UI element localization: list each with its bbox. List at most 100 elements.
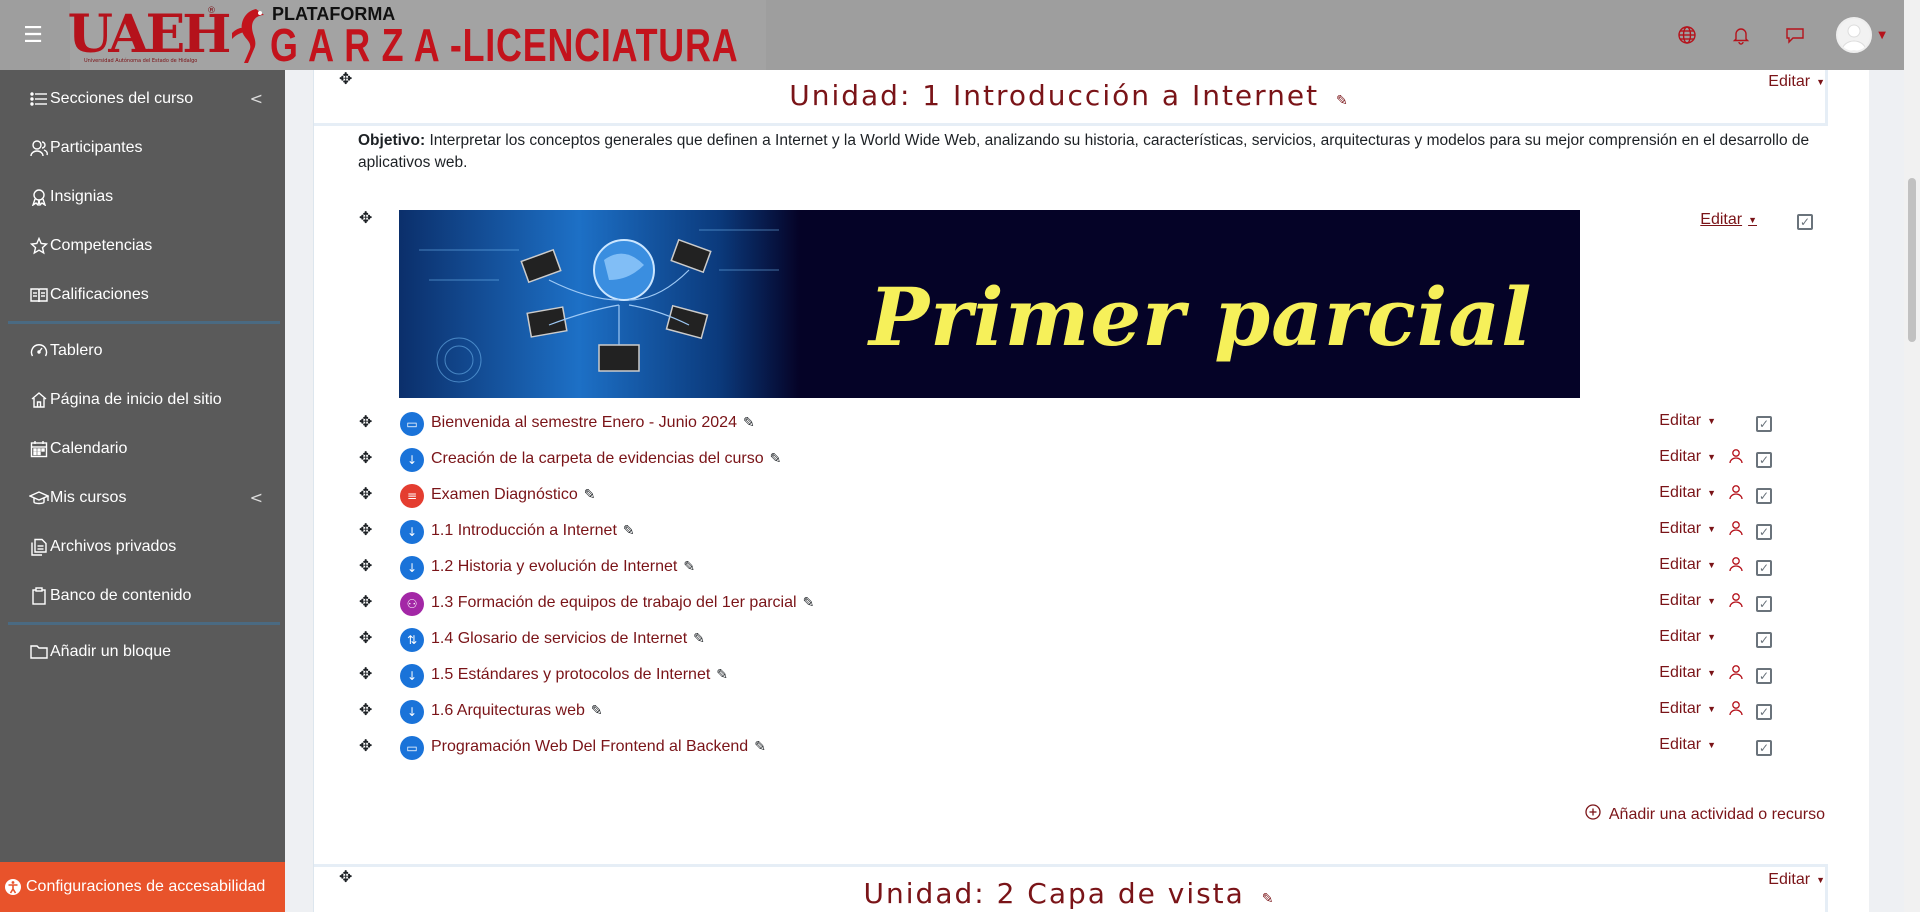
page-icon: ▭ — [400, 736, 424, 760]
activity-edit-menu[interactable]: Editar ▼ — [1659, 700, 1716, 718]
user-restriction-icon[interactable] — [1728, 448, 1744, 468]
user-restriction-icon[interactable] — [1728, 520, 1744, 540]
activity-edit-menu[interactable]: Editar ▼ — [1659, 484, 1716, 502]
activity-link[interactable]: 1.3 Formación de equipos de trabajo del … — [431, 594, 814, 612]
user-restriction-icon[interactable] — [1728, 700, 1744, 720]
accessibility-settings-button[interactable]: Configuraciones de accesabilidad — [0, 862, 285, 912]
activity-row: ✥ ▭ Programación Web Del Frontend al Backe… — [314, 730, 1828, 766]
user-restriction-icon[interactable] — [1728, 664, 1744, 684]
activity-edit-menu[interactable]: Editar ▼ — [1659, 592, 1716, 610]
activity-link[interactable]: 1.1 Introducción a Internet ✎ — [431, 522, 635, 540]
pencil-icon[interactable]: ✎ — [803, 594, 815, 610]
move-icon[interactable]: ✥ — [359, 484, 372, 503]
move-icon[interactable]: ✥ — [359, 448, 372, 467]
pencil-icon[interactable]: ✎ — [1336, 93, 1350, 109]
add-activity-button[interactable]: Añadir una actividad o recurso — [1585, 804, 1825, 825]
user-restriction-icon[interactable] — [1728, 556, 1744, 576]
activity-link[interactable]: Examen Diagnóstico ✎ — [431, 486, 595, 504]
user-restriction-icon[interactable] — [1728, 484, 1744, 504]
completion-checkbox[interactable]: ✓ — [1756, 596, 1772, 612]
completion-checkbox[interactable]: ✓ — [1756, 524, 1772, 540]
sidebar-item-label: Calendario — [50, 439, 128, 457]
sidebar-item-archivos[interactable]: Archivos privados — [0, 522, 285, 571]
activity-edit-menu[interactable]: Editar ▼ — [1659, 412, 1716, 430]
sidebar-item-participantes[interactable]: Participantes — [0, 123, 285, 172]
sidebar-item-tablero[interactable]: Tablero — [0, 326, 285, 375]
move-icon[interactable]: ✥ — [359, 520, 372, 539]
completion-checkbox[interactable]: ✓ — [1756, 560, 1772, 576]
sidebar-item-competencias[interactable]: Competencias — [0, 221, 285, 270]
completion-checkbox[interactable]: ✓ — [1756, 452, 1772, 468]
completion-checkbox[interactable]: ✓ — [1756, 740, 1772, 756]
move-icon[interactable]: ✥ — [359, 736, 372, 755]
move-icon[interactable]: ✥ — [359, 208, 372, 227]
completion-checkbox[interactable]: ✓ — [1797, 214, 1813, 230]
pencil-icon[interactable]: ✎ — [1262, 891, 1276, 907]
chevron-left-icon[interactable]: < — [250, 89, 263, 108]
activity-row: ✥ ↓ 1.1 Introducción a Internet ✎ Editar ▼ ✓ — [314, 514, 1828, 550]
pencil-icon[interactable]: ✎ — [770, 450, 782, 466]
section-title-text[interactable]: Unidad: 1 Introducción a Internet — [789, 79, 1319, 112]
activity-link[interactable]: 1.4 Glosario de servicios de Internet ✎ — [431, 630, 705, 648]
section-title-text[interactable]: Unidad: 2 Capa de vista — [864, 877, 1245, 910]
activity-edit-menu[interactable]: Editar ▼ — [1659, 448, 1716, 466]
move-icon[interactable]: ✥ — [359, 700, 372, 719]
activity-edit-menu[interactable]: Editar ▼ — [1659, 628, 1716, 646]
activity-edit-menu[interactable]: Editar ▼ — [1659, 664, 1716, 682]
pencil-icon[interactable]: ✎ — [693, 630, 705, 646]
pencil-icon[interactable]: ✎ — [591, 702, 603, 718]
activity-link[interactable]: Creación de la carpeta de evidencias del… — [431, 450, 781, 468]
sidebar-item-mis-cursos[interactable]: Mis cursos < — [0, 473, 285, 522]
move-icon[interactable]: ✥ — [359, 628, 372, 647]
chat-icon[interactable] — [1768, 0, 1822, 70]
sidebar-item-calendario[interactable]: Calendario — [0, 424, 285, 473]
move-icon[interactable]: ✥ — [359, 412, 372, 431]
chevron-left-icon[interactable]: < — [250, 488, 263, 507]
completion-checkbox[interactable]: ✓ — [1756, 488, 1772, 504]
completion-checkbox[interactable]: ✓ — [1756, 668, 1772, 684]
caret-down-icon[interactable]: ▼ — [1878, 30, 1886, 41]
activity-edit-menu[interactable]: Editar ▼ — [1659, 520, 1716, 538]
scrollbar-thumb[interactable] — [1908, 178, 1916, 342]
avatar[interactable] — [1836, 17, 1873, 53]
site-brand[interactable]: UAEH ® Universidad Autónoma del Estado d… — [68, 0, 766, 71]
completion-checkbox[interactable]: ✓ — [1756, 632, 1772, 648]
sidebar-item-banco[interactable]: Banco de contenido — [0, 571, 285, 620]
activity-link[interactable]: 1.5 Estándares y protocolos de Internet ✎ — [431, 666, 728, 684]
pencil-icon[interactable]: ✎ — [623, 522, 635, 538]
bell-icon[interactable] — [1714, 0, 1768, 70]
accessibility-icon — [4, 878, 22, 896]
star-icon — [28, 236, 50, 255]
user-restriction-icon[interactable] — [1728, 592, 1744, 612]
move-icon[interactable]: ✥ — [359, 556, 372, 575]
sidebar-item-secciones[interactable]: Secciones del curso < — [0, 74, 285, 123]
activity-edit-menu[interactable]: Editar ▼ — [1659, 736, 1716, 754]
activity-link[interactable]: Bienvenida al semestre Enero - Junio 202… — [431, 414, 755, 432]
pencil-icon[interactable]: ✎ — [584, 486, 596, 502]
section-edit-menu[interactable]: Editar ▼ — [1768, 73, 1825, 91]
caret-down-icon: ▼ — [1707, 487, 1716, 498]
activity-link[interactable]: 1.6 Arquitecturas web ✎ — [431, 702, 603, 720]
completion-checkbox[interactable]: ✓ — [1756, 416, 1772, 432]
sidebar-item-anadir-bloque[interactable]: Añadir un bloque — [0, 627, 285, 676]
menu-toggle-icon[interactable]: ☰ — [0, 0, 66, 70]
activity-link[interactable]: 1.2 Historia y evolución de Internet ✎ — [431, 558, 695, 576]
globe-icon[interactable] — [1660, 0, 1714, 70]
section-edit-menu[interactable]: Editar ▼ — [1768, 871, 1825, 889]
move-icon[interactable]: ✥ — [359, 592, 372, 611]
page-scrollbar[interactable] — [1904, 0, 1920, 912]
sidebar-item-inicio[interactable]: Página de inicio del sitio — [0, 375, 285, 424]
activity-edit-menu[interactable]: Editar ▼ — [1659, 556, 1716, 574]
pencil-icon[interactable]: ✎ — [683, 558, 695, 574]
editar-label: Editar — [1659, 520, 1702, 537]
sidebar-item-insignias[interactable]: Insignias — [0, 172, 285, 221]
pencil-icon[interactable]: ✎ — [754, 738, 766, 754]
banner-network-image — [399, 210, 799, 398]
banner-edit-menu[interactable]: Editar ▼ — [1700, 211, 1757, 229]
sidebar-item-calificaciones[interactable]: Calificaciones — [0, 270, 285, 319]
completion-checkbox[interactable]: ✓ — [1756, 704, 1772, 720]
move-icon[interactable]: ✥ — [359, 664, 372, 683]
activity-link[interactable]: Programación Web Del Frontend al Backend… — [431, 738, 766, 756]
pencil-icon[interactable]: ✎ — [743, 414, 755, 430]
pencil-icon[interactable]: ✎ — [716, 666, 728, 682]
